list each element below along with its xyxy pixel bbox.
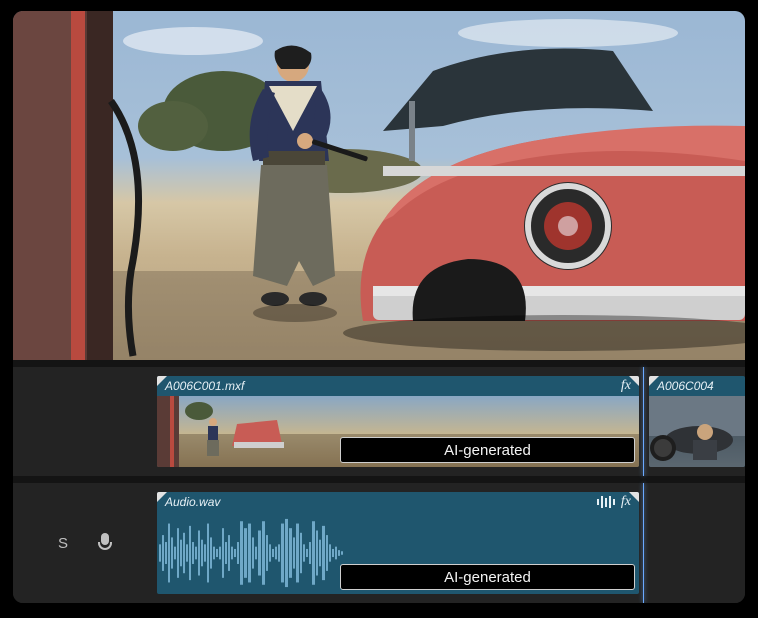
playhead[interactable] [643,367,644,476]
audio-clip[interactable]: Audio.wav fx AI-ge [157,492,639,594]
clip-name: A006C004 [657,379,714,393]
video-track-header[interactable] [13,367,157,476]
timeline[interactable]: A006C001.mxf fx [13,360,745,603]
audio-track[interactable]: Audio.wav fx AI-ge [157,483,745,603]
clip-thumbnail [649,396,745,467]
solo-button[interactable]: S [58,535,70,552]
video-editor: A006C001.mxf fx [13,11,745,603]
program-monitor[interactable] [13,11,745,360]
video-track-row: A006C001.mxf fx [13,367,745,476]
playhead[interactable] [643,483,644,603]
preview-scene [13,11,745,360]
audio-waveform-icon [597,496,615,508]
audio-track-row: S Audio.wav fx [13,483,745,603]
fx-badge[interactable]: fx [621,378,631,394]
clip-name: Audio.wav [165,495,220,509]
ai-generated-badge: AI-generated [340,564,635,590]
video-clip-a[interactable]: A006C001.mxf fx [157,376,639,467]
microphone-icon[interactable] [98,533,112,553]
video-clip-b[interactable]: A006C004 [649,376,745,467]
ai-generated-badge: AI-generated [340,437,635,463]
fx-badge[interactable]: fx [621,494,631,510]
audio-track-header[interactable]: S [13,483,157,603]
clip-name: A006C001.mxf [165,379,244,393]
video-track[interactable]: A006C001.mxf fx [157,367,745,476]
